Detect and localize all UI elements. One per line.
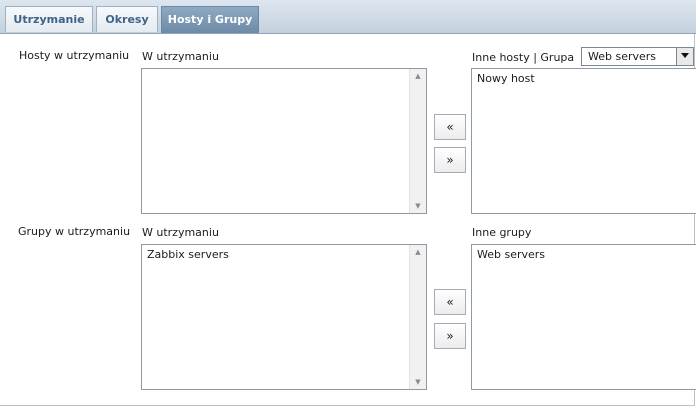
group-select[interactable]: Web servers	[581, 47, 694, 66]
scroll-up-icon[interactable]: ▲	[410, 245, 426, 259]
hosts-in-maintenance-scrollbar[interactable]: ▲ ▼	[409, 69, 426, 213]
groups-in-maintenance-list[interactable]: Zabbix servers ▲ ▼	[141, 244, 427, 390]
scroll-down-icon[interactable]: ▼	[410, 375, 426, 389]
groups-row-label: Grupy w utrzymaniu	[18, 225, 131, 238]
scroll-up-icon[interactable]: ▲	[410, 69, 426, 83]
other-hosts-group-label: Inne hosty | Grupa	[472, 51, 575, 64]
remove-group-button[interactable]: »	[434, 323, 466, 349]
tab-bar: Utrzymanie Okresy Hosty i Grupy	[0, 0, 696, 34]
scroll-down-icon[interactable]: ▼	[410, 199, 426, 213]
tab-periods[interactable]: Okresy	[96, 6, 158, 32]
hosts-groups-panel: Hosty w utrzymaniu W utrzymaniu ▲ ▼ « » …	[0, 34, 696, 406]
groups-in-maintenance-scrollbar[interactable]: ▲ ▼	[409, 245, 426, 389]
other-groups-list[interactable]: Web servers	[471, 244, 696, 390]
tab-maintenance[interactable]: Utrzymanie	[5, 6, 93, 32]
group-select-value: Web servers	[588, 50, 657, 63]
remove-host-button[interactable]: »	[434, 147, 466, 173]
add-group-button[interactable]: «	[434, 289, 466, 315]
list-item[interactable]: Zabbix servers	[147, 248, 229, 261]
add-host-button[interactable]: «	[434, 114, 466, 140]
hosts-in-maintenance-list[interactable]: ▲ ▼	[141, 68, 427, 214]
chevron-down-icon[interactable]	[676, 48, 693, 65]
hosts-in-maintenance-header: W utrzymaniu	[142, 50, 219, 63]
list-item[interactable]: Nowy host	[477, 72, 535, 85]
groups-in-maintenance-header: W utrzymaniu	[142, 226, 219, 239]
list-item[interactable]: Web servers	[477, 248, 545, 261]
tab-hosts-groups[interactable]: Hosty i Grupy	[161, 6, 259, 33]
other-groups-header: Inne grupy	[472, 226, 532, 239]
hosts-row-label: Hosty w utrzymaniu	[19, 49, 130, 62]
other-hosts-list[interactable]: Nowy host	[471, 68, 696, 214]
